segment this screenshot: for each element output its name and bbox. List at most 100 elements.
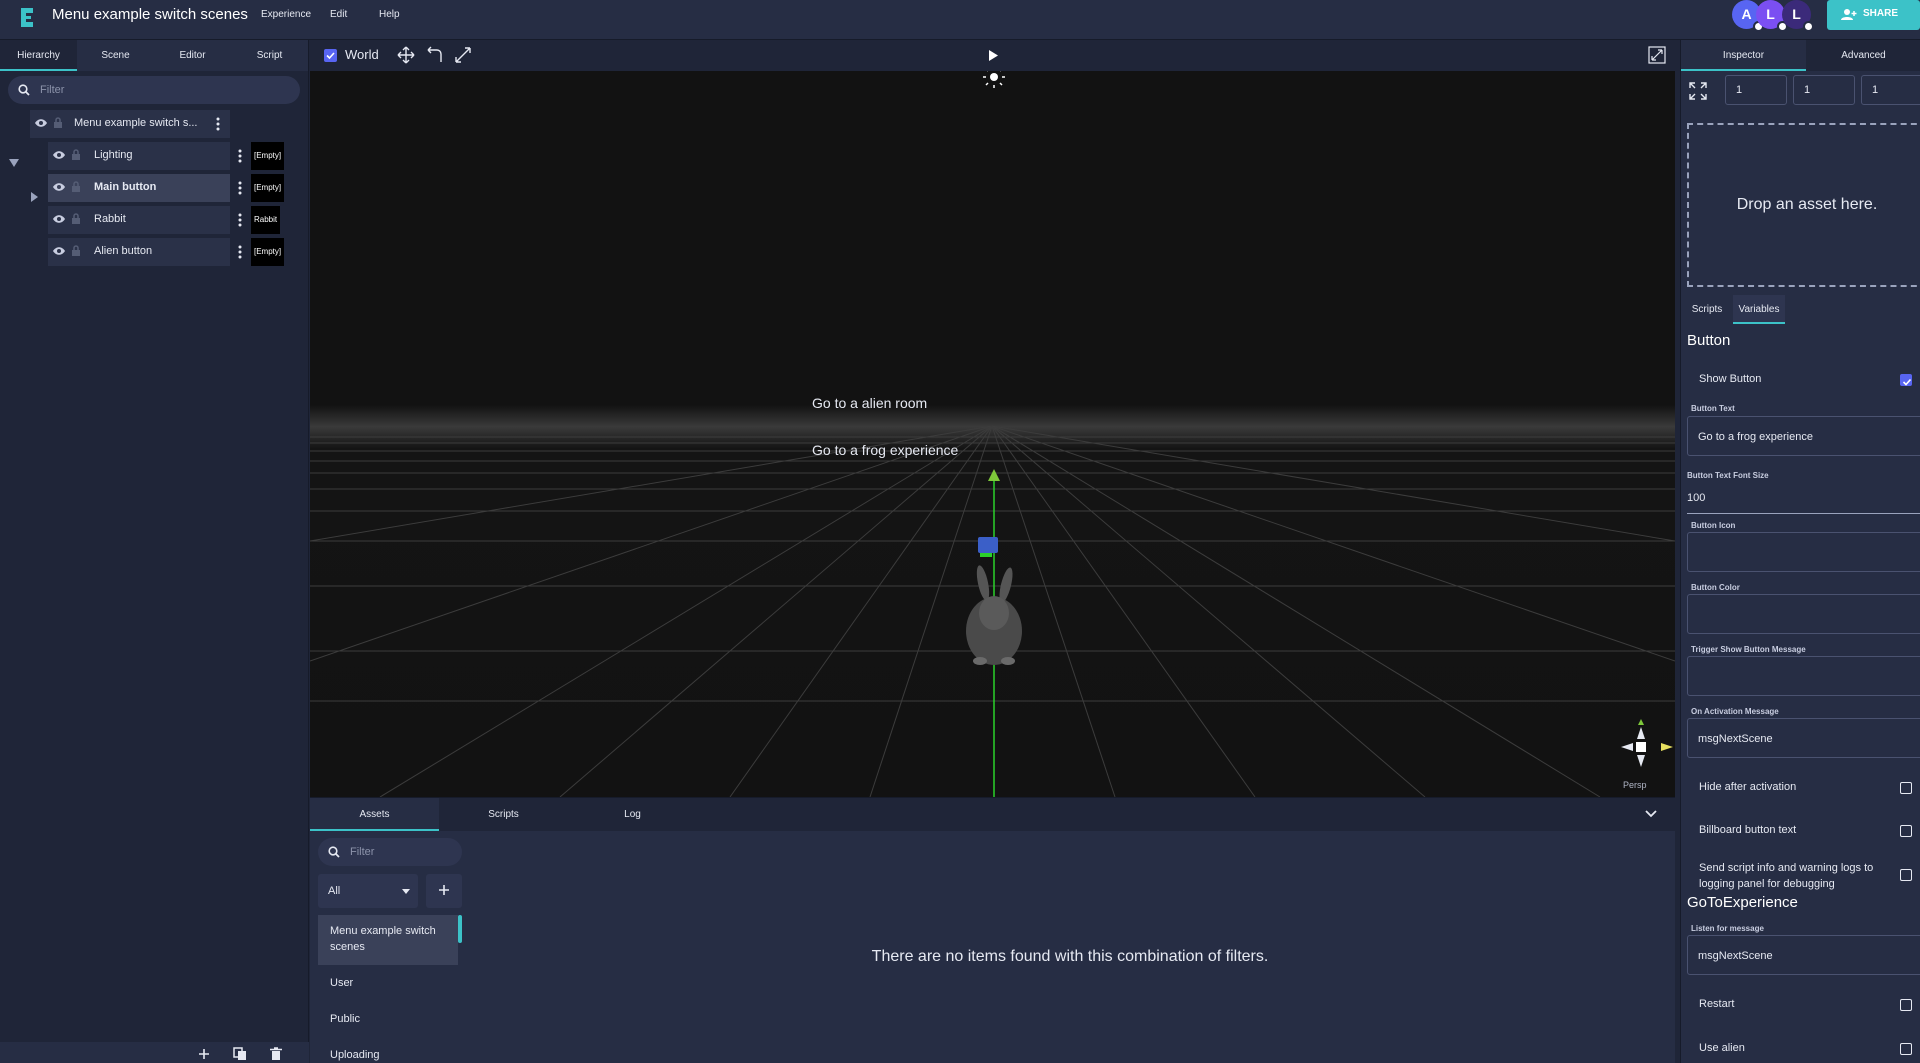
listen-message-field[interactable]: msgNextScene bbox=[1687, 935, 1920, 975]
assets-filter-input[interactable] bbox=[350, 838, 450, 866]
more-options-icon[interactable] bbox=[230, 142, 250, 170]
tab-editor[interactable]: Editor bbox=[154, 40, 231, 71]
tree-item-main-button[interactable]: Main button bbox=[48, 174, 230, 202]
scene-canvas[interactable] bbox=[310, 71, 1675, 797]
scale-y-input[interactable]: 1 bbox=[1793, 75, 1855, 105]
tab-variables[interactable]: Variables bbox=[1733, 295, 1785, 324]
asset-category-item[interactable]: User bbox=[318, 967, 458, 999]
add-asset-button[interactable] bbox=[426, 874, 462, 908]
menu-experience[interactable]: Experience bbox=[261, 9, 311, 20]
eye-icon[interactable] bbox=[52, 246, 66, 256]
button-text-field[interactable]: Go to a frog experience bbox=[1687, 416, 1920, 456]
hide-after-label: Hide after activation bbox=[1699, 781, 1797, 793]
trigger-show-label: Trigger Show Button Message bbox=[1691, 645, 1806, 654]
tab-hierarchy[interactable]: Hierarchy bbox=[0, 40, 77, 71]
tree-root-row[interactable]: Menu example switch s... bbox=[30, 110, 230, 138]
world-checkbox[interactable] bbox=[324, 49, 337, 62]
tab-inspector[interactable]: Inspector bbox=[1681, 40, 1806, 71]
button-icon-field[interactable] bbox=[1687, 532, 1920, 572]
expand-arrow-icon[interactable] bbox=[30, 191, 39, 203]
add-icon bbox=[439, 885, 449, 895]
chevron-down-icon[interactable] bbox=[1645, 810, 1657, 818]
asset-category-item[interactable]: Uploading bbox=[318, 1039, 458, 1063]
eye-icon[interactable] bbox=[52, 150, 66, 160]
asset-type-select[interactable]: All bbox=[318, 874, 418, 908]
tree-root-label: Menu example switch s... bbox=[74, 117, 198, 129]
trigger-show-field[interactable] bbox=[1687, 656, 1920, 696]
restart-checkbox[interactable] bbox=[1900, 999, 1912, 1011]
menu-edit[interactable]: Edit bbox=[330, 9, 347, 20]
hierarchy-footer bbox=[0, 1042, 309, 1063]
eye-icon[interactable] bbox=[52, 214, 66, 224]
user-avatar[interactable]: L bbox=[1782, 0, 1814, 32]
billboard-checkbox[interactable] bbox=[1900, 825, 1912, 837]
camera-mode-label[interactable]: Persp bbox=[1623, 780, 1647, 790]
asset-list-scrollbar[interactable] bbox=[458, 915, 462, 943]
on-activation-label: On Activation Message bbox=[1691, 707, 1779, 716]
lock-icon[interactable] bbox=[71, 181, 81, 193]
duplicate-icon[interactable] bbox=[233, 1047, 247, 1061]
lock-icon[interactable] bbox=[71, 213, 81, 225]
scene-label-alien[interactable]: Go to a alien room bbox=[812, 395, 927, 411]
more-options-icon[interactable] bbox=[208, 110, 228, 138]
button-color-field[interactable] bbox=[1687, 594, 1920, 634]
tab-script[interactable]: Script bbox=[231, 40, 308, 71]
tree-item-lighting[interactable]: Lighting bbox=[48, 142, 230, 170]
tree-item-label: Rabbit bbox=[94, 213, 126, 225]
on-activation-field[interactable]: msgNextScene bbox=[1687, 718, 1920, 758]
button-text-label: Button Text bbox=[1691, 404, 1735, 413]
inspector-panel: Inspector Advanced 1 1 1 Drop an asset h… bbox=[1680, 40, 1920, 1063]
play-icon[interactable] bbox=[987, 49, 999, 62]
tab-scripts[interactable]: Scripts bbox=[439, 798, 568, 831]
hierarchy-filter-input[interactable] bbox=[40, 76, 190, 104]
scale-tool-icon[interactable] bbox=[454, 46, 472, 64]
tab-scripts[interactable]: Scripts bbox=[1681, 295, 1733, 324]
send-logs-checkbox[interactable] bbox=[1900, 869, 1912, 881]
more-options-icon[interactable] bbox=[230, 206, 250, 234]
move-tool-icon[interactable] bbox=[397, 46, 415, 64]
app-logo-icon[interactable] bbox=[18, 5, 38, 29]
eye-icon[interactable] bbox=[52, 182, 66, 192]
user-avatar[interactable]: L bbox=[1756, 0, 1788, 32]
tree-item-alien-button[interactable]: Alien button bbox=[48, 238, 230, 266]
assets-search[interactable] bbox=[318, 838, 462, 866]
hierarchy-panel: Hierarchy Scene Editor Script Menu examp… bbox=[0, 40, 309, 1063]
more-options-icon[interactable] bbox=[230, 238, 250, 266]
show-button-checkbox[interactable] bbox=[1900, 374, 1912, 386]
avatar-letter: A bbox=[1741, 6, 1752, 22]
trash-icon[interactable] bbox=[270, 1047, 282, 1061]
tree-item-rabbit[interactable]: Rabbit bbox=[48, 206, 230, 234]
asset-category-item[interactable]: Menu example switch scenes bbox=[318, 915, 458, 965]
scene-label-frog[interactable]: Go to a frog experience bbox=[812, 442, 958, 458]
bottom-tab-bar: Assets Scripts Log bbox=[310, 798, 1675, 831]
share-label: SHARE bbox=[1863, 8, 1899, 19]
lock-icon[interactable] bbox=[53, 117, 63, 129]
menu-help[interactable]: Help bbox=[379, 9, 400, 20]
hierarchy-search[interactable] bbox=[8, 76, 300, 104]
search-icon bbox=[328, 846, 340, 858]
hide-after-checkbox[interactable] bbox=[1900, 782, 1912, 794]
use-alien-checkbox[interactable] bbox=[1900, 1043, 1912, 1055]
asset-category-item[interactable]: Public bbox=[318, 1003, 458, 1035]
expand-icon[interactable] bbox=[1689, 82, 1707, 100]
tab-log[interactable]: Log bbox=[568, 798, 697, 831]
tab-assets[interactable]: Assets bbox=[310, 798, 439, 831]
tab-scene[interactable]: Scene bbox=[77, 40, 154, 71]
scale-z-input[interactable]: 1 bbox=[1861, 75, 1920, 105]
more-options-icon[interactable] bbox=[230, 174, 250, 202]
eye-icon[interactable] bbox=[34, 118, 48, 128]
share-button[interactable]: SHARE bbox=[1827, 0, 1920, 30]
rotate-tool-icon[interactable] bbox=[425, 46, 443, 64]
scale-x-input[interactable]: 1 bbox=[1725, 75, 1787, 105]
add-icon[interactable] bbox=[198, 1048, 210, 1060]
tab-advanced[interactable]: Advanced bbox=[1806, 40, 1920, 71]
scene-viewport[interactable]: Go to a alien room Go to a frog experien… bbox=[310, 71, 1675, 797]
font-size-field[interactable]: 100 bbox=[1687, 492, 1920, 514]
asset-drop-zone[interactable]: Drop an asset here. bbox=[1687, 123, 1920, 287]
fullscreen-icon[interactable] bbox=[1648, 46, 1666, 64]
collapse-arrow-icon[interactable] bbox=[8, 158, 20, 168]
avatar-letter: L bbox=[1792, 6, 1801, 22]
lock-icon[interactable] bbox=[71, 149, 81, 161]
lock-icon[interactable] bbox=[71, 245, 81, 257]
inspector-tab-bar: Inspector Advanced bbox=[1681, 40, 1920, 71]
